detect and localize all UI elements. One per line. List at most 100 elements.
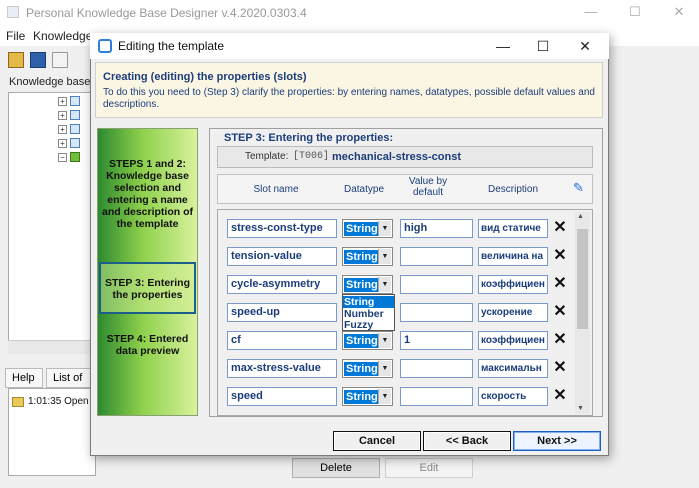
log-entry: 1:01:35 Open	[28, 396, 89, 407]
delete-row-icon[interactable]: ✕	[552, 388, 568, 404]
dropdown-option-fuzzy[interactable]: Fuzzy	[343, 319, 394, 331]
step-1-2-label: STEPS 1 and 2: Knowledge base selection …	[101, 158, 193, 230]
template-code: [T006]	[293, 151, 330, 162]
col-datatype: Datatype	[343, 184, 385, 195]
datatype-value: String	[344, 334, 380, 348]
datatype-select[interactable]: String▼	[342, 359, 393, 378]
tree-item[interactable]: −	[58, 152, 88, 164]
delete-row-icon[interactable]: ✕	[552, 360, 568, 376]
app-icon	[7, 6, 19, 18]
minimize-icon[interactable]: —	[488, 36, 518, 56]
datatype-select[interactable]: String▼	[342, 247, 393, 266]
close-icon[interactable]: ✕	[664, 4, 694, 22]
description-field[interactable]: вид статиче	[478, 219, 548, 238]
kb-hscroll[interactable]	[8, 340, 96, 354]
maximize-icon[interactable]: ☐	[620, 4, 650, 22]
expand-icon[interactable]: +	[58, 97, 67, 106]
menu-file[interactable]: File	[6, 29, 25, 43]
tree-item[interactable]: +	[58, 96, 88, 108]
next-button[interactable]: Next >>	[513, 431, 601, 451]
description-field[interactable]: коэффициен	[478, 275, 548, 294]
expand-icon[interactable]: +	[58, 125, 67, 134]
document-icon[interactable]	[52, 52, 68, 68]
slot-name-field[interactable]: stress-const-type	[227, 219, 337, 238]
kb-label: Knowledge bases	[9, 76, 96, 88]
default-value-field[interactable]	[400, 303, 473, 322]
delete-row-icon[interactable]: ✕	[552, 304, 568, 320]
collapse-icon[interactable]: −	[58, 153, 67, 162]
description-field[interactable]: максимальн	[478, 359, 548, 378]
slot-name-field[interactable]: speed-up	[227, 303, 337, 322]
description-field[interactable]: коэффициен	[478, 331, 548, 350]
datatype-select[interactable]: String▼	[342, 387, 393, 406]
slot-name-field[interactable]: max-stress-value	[227, 359, 337, 378]
col-default: Value by default	[408, 176, 448, 198]
open-folder-icon[interactable]	[8, 52, 24, 68]
scroll-up-icon[interactable]: ▲	[577, 213, 584, 220]
datatype-select[interactable]: String▼	[342, 275, 393, 294]
maximize-icon[interactable]: ☐	[528, 36, 558, 56]
default-value-field[interactable]	[400, 247, 473, 266]
minimize-icon[interactable]: —	[576, 4, 606, 22]
menu-knowledge[interactable]: Knowledge	[33, 29, 92, 43]
slot-name-field[interactable]: cycle-asymmetry	[227, 275, 337, 294]
header-title: Creating (editing) the properties (slots…	[103, 71, 307, 83]
slot-name-field[interactable]: cf	[227, 331, 337, 350]
delete-row-icon[interactable]: ✕	[552, 332, 568, 348]
dropdown-arrow-icon[interactable]: ▼	[378, 221, 391, 236]
scroll-thumb[interactable]	[577, 229, 588, 329]
expand-icon[interactable]: +	[58, 139, 67, 148]
tree-item[interactable]: +	[58, 124, 88, 136]
description-field[interactable]: величина на	[478, 247, 548, 266]
default-value-field[interactable]: high	[400, 219, 473, 238]
main-window-title: Personal Knowledge Base Designer v.4.202…	[26, 6, 307, 20]
slot-name-field[interactable]: tension-value	[227, 247, 337, 266]
datatype-dropdown-list[interactable]: String Number Fuzzy	[342, 294, 395, 331]
close-icon[interactable]: ✕	[570, 36, 600, 56]
datatype-select[interactable]: String▼	[342, 219, 393, 238]
dropdown-arrow-icon[interactable]: ▼	[378, 249, 391, 264]
dialog-title: Editing the template	[118, 39, 225, 53]
edit-button[interactable]: Edit	[385, 458, 473, 478]
delete-row-icon[interactable]: ✕	[552, 276, 568, 292]
datatype-value: String	[344, 390, 380, 404]
expand-icon[interactable]: +	[58, 111, 67, 120]
pencil-icon[interactable]: ✎	[573, 180, 584, 196]
dropdown-option-string[interactable]: String	[343, 296, 394, 308]
slot-name-field[interactable]: speed	[227, 387, 337, 406]
dropdown-arrow-icon[interactable]: ▼	[378, 361, 391, 376]
dropdown-arrow-icon[interactable]: ▼	[378, 333, 391, 348]
dropdown-arrow-icon[interactable]: ▼	[378, 389, 391, 404]
kb-icon	[70, 138, 80, 148]
datatype-value: String	[344, 222, 380, 236]
tree-item[interactable]: +	[58, 138, 88, 150]
back-button[interactable]: << Back	[423, 431, 511, 451]
description-field[interactable]: скорость	[478, 387, 548, 406]
dialog-app-icon	[98, 39, 112, 53]
step3-title: STEP 3: Entering the properties:	[224, 132, 394, 144]
dropdown-arrow-icon[interactable]: ▼	[378, 277, 391, 292]
datatype-value: String	[344, 362, 380, 376]
default-value-field[interactable]	[400, 275, 473, 294]
tab-list[interactable]: List of	[46, 368, 96, 388]
datatype-value: String	[344, 250, 380, 264]
arrow-icon	[70, 152, 80, 162]
delete-row-icon[interactable]: ✕	[552, 220, 568, 236]
cancel-button[interactable]: Cancel	[333, 431, 421, 451]
default-value-field[interactable]: 1	[400, 331, 473, 350]
kb-icon	[70, 124, 80, 134]
save-icon[interactable]	[30, 52, 46, 68]
default-value-field[interactable]	[400, 359, 473, 378]
tab-help[interactable]: Help	[5, 368, 43, 388]
datatype-select[interactable]: String▼	[342, 331, 393, 350]
template-name: mechanical-stress-const	[332, 151, 461, 163]
description-field[interactable]: ускорение	[478, 303, 548, 322]
delete-row-icon[interactable]: ✕	[552, 248, 568, 264]
folder-icon	[12, 397, 24, 407]
scroll-down-icon[interactable]: ▼	[577, 405, 584, 412]
tree-item[interactable]: +	[58, 110, 88, 122]
kb-icon	[70, 96, 80, 106]
delete-button[interactable]: Delete	[292, 458, 380, 478]
datatype-value: String	[344, 278, 380, 292]
default-value-field[interactable]	[400, 387, 473, 406]
